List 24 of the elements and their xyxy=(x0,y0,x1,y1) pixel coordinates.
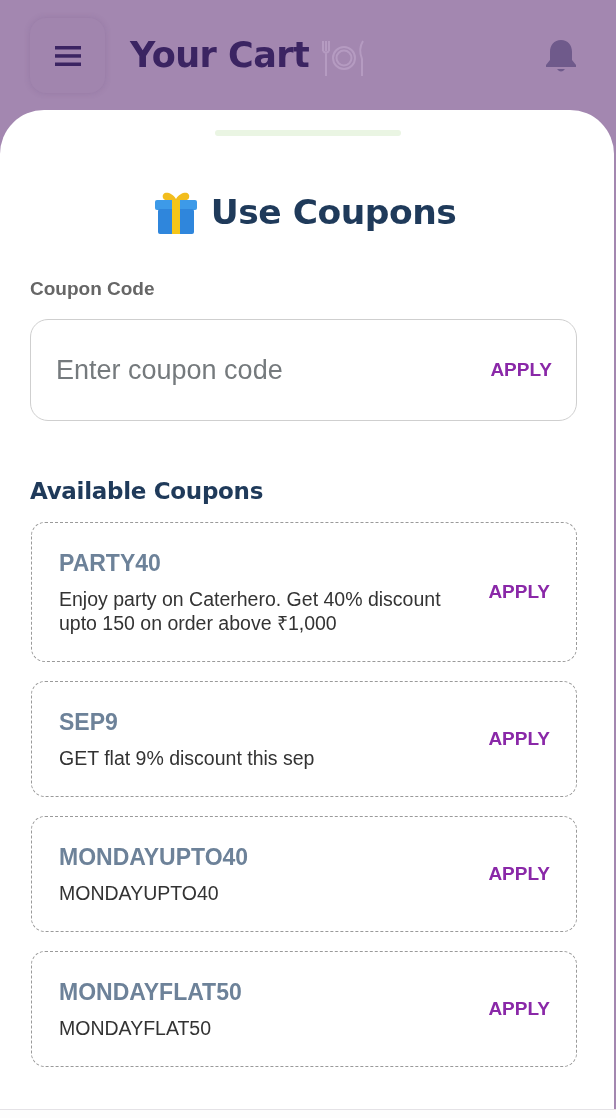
coupon-description: GET flat 9% discount this sep xyxy=(59,746,316,770)
apply-button[interactable]: APPLY xyxy=(488,728,550,750)
page-title: Your Cart xyxy=(130,34,310,77)
bell-icon xyxy=(544,38,578,74)
apply-button[interactable]: APPLY xyxy=(488,581,550,603)
apply-button[interactable]: APPLY xyxy=(490,359,552,381)
coupon-code: MONDAYFLAT50 xyxy=(59,978,243,1006)
coupon-description: MONDAYFLAT50 xyxy=(59,1016,213,1040)
apply-button[interactable]: APPLY xyxy=(488,863,550,885)
menu-button[interactable] xyxy=(30,18,105,93)
coupon-code-field[interactable]: Enter coupon code APPLY xyxy=(30,319,577,421)
field-label: Coupon Code xyxy=(30,278,155,300)
coupon-description: Enjoy party on Caterhero. Get 40% discount upto 150 on order above ₹1,000 xyxy=(59,587,442,635)
coupon-code: PARTY40 xyxy=(59,549,162,577)
coupon-description: MONDAYUPTO40 xyxy=(59,881,220,905)
drag-handle[interactable] xyxy=(214,130,401,136)
section-title: Available Coupons xyxy=(30,477,264,506)
coupon-code: SEP9 xyxy=(59,708,119,736)
notifications-button[interactable] xyxy=(544,38,578,74)
coupon-code: MONDAYUPTO40 xyxy=(59,843,250,871)
sheet-title: Use Coupons xyxy=(210,191,457,234)
menu-icon xyxy=(54,45,81,66)
apply-button[interactable]: APPLY xyxy=(488,998,550,1020)
gift-icon xyxy=(152,190,199,234)
